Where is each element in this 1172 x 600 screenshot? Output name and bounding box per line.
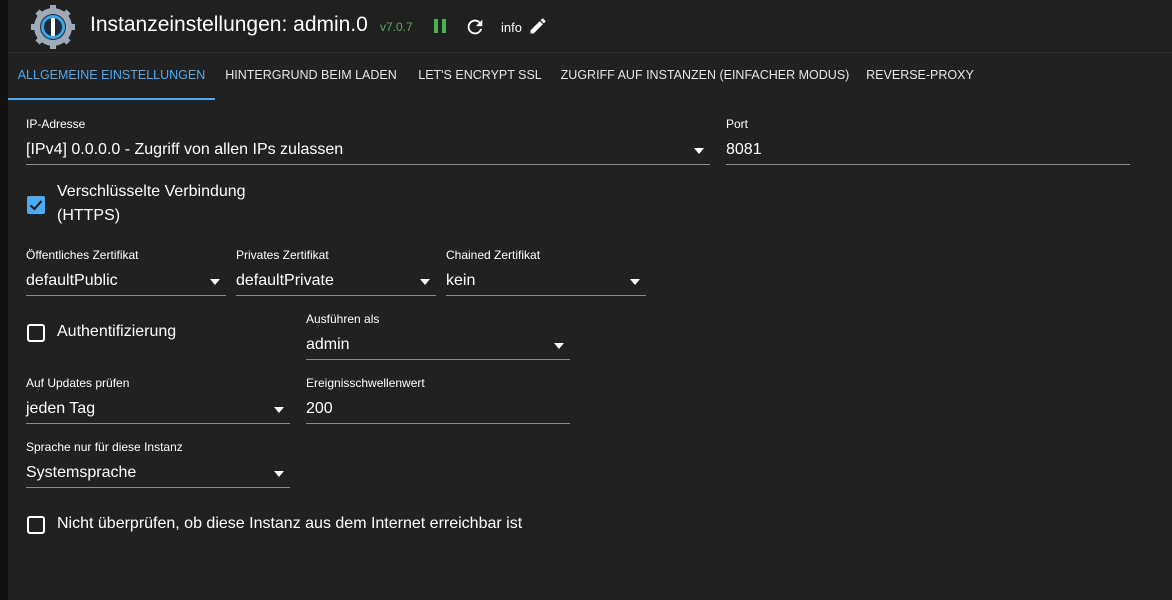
dropdown-arrow-icon	[630, 279, 640, 285]
run-as-select[interactable]: admin	[306, 333, 570, 360]
ip-address-label: IP-Adresse	[26, 117, 86, 131]
updates-value: jeden Tag	[26, 400, 96, 417]
tab-reverse-proxy[interactable]: Reverse-Proxy	[857, 56, 983, 98]
tab-loading-background[interactable]: Hintergrund beim Laden	[215, 56, 407, 98]
dropdown-arrow-icon	[554, 343, 564, 349]
threshold-value: 200	[306, 400, 333, 417]
pause-icon[interactable]	[432, 17, 448, 35]
edit-icon[interactable]	[528, 16, 548, 36]
tab-bar: Allgemeine Einstellungen Hintergrund bei…	[8, 56, 1172, 100]
threshold-input[interactable]: 200	[306, 397, 570, 424]
checkbox-unchecked-icon[interactable]	[27, 324, 45, 342]
run-as-label: Ausführen als	[306, 312, 380, 326]
chained-cert-value: kein	[446, 272, 476, 289]
page-title: Instanzeinstellungen: admin.0	[90, 13, 368, 36]
private-cert-label: Privates Zertifikat	[236, 248, 329, 262]
public-cert-label: Öffentliches Zertifikat	[26, 248, 139, 262]
dropdown-arrow-icon	[210, 279, 220, 285]
threshold-label: Ereignisschwellenwert	[306, 376, 425, 390]
dropdown-arrow-icon	[274, 471, 284, 477]
language-select[interactable]: Systemsprache	[26, 461, 290, 488]
https-label-line1: Verschlüsselte Verbindung	[57, 183, 246, 200]
dropdown-arrow-icon	[694, 148, 704, 154]
info-button[interactable]: info	[501, 20, 522, 35]
run-as-value: admin	[306, 336, 350, 353]
iobroker-logo-icon	[31, 5, 75, 49]
language-value: Systemsprache	[26, 464, 137, 481]
https-label: Verschlüsselte Verbindung (HTTPS)	[57, 180, 246, 228]
public-cert-select[interactable]: defaultPublic	[26, 269, 226, 296]
ip-address-value: [IPv4] 0.0.0.0 - Zugriff von allen IPs z…	[26, 141, 344, 158]
version-label: v7.0.7	[380, 20, 413, 34]
no-reachability-label: Nicht überprüfen, ob diese Instanz aus d…	[57, 515, 523, 532]
dropdown-arrow-icon	[274, 407, 284, 413]
public-cert-value: defaultPublic	[26, 272, 118, 289]
checkbox-unchecked-icon[interactable]	[27, 516, 45, 534]
updates-select[interactable]: jeden Tag	[26, 397, 290, 424]
auth-label: Authentifizierung	[57, 323, 177, 340]
language-label: Sprache nur für diese Instanz	[26, 440, 183, 454]
settings-panel: Instanzeinstellungen: admin.0 v7.0.7 inf…	[8, 0, 1172, 600]
tab-instance-access[interactable]: Zugriff auf Instanzen (einfacher Modus)	[553, 56, 857, 98]
port-input[interactable]: 8081	[726, 138, 1130, 165]
dropdown-arrow-icon	[420, 279, 430, 285]
updates-label: Auf Updates prüfen	[26, 376, 130, 390]
reload-icon[interactable]	[464, 16, 486, 38]
port-label: Port	[726, 117, 749, 131]
header: Instanzeinstellungen: admin.0 v7.0.7 inf…	[8, 0, 1172, 53]
ip-address-select[interactable]: [IPv4] 0.0.0.0 - Zugriff von allen IPs z…	[26, 138, 710, 165]
chained-cert-label: Chained Zertifikat	[446, 248, 541, 262]
port-value: 8081	[726, 141, 762, 158]
private-cert-value: defaultPrivate	[236, 272, 334, 289]
tab-general-settings[interactable]: Allgemeine Einstellungen	[8, 56, 215, 100]
tab-lets-encrypt[interactable]: Let's Encrypt SSL	[407, 56, 553, 98]
private-cert-select[interactable]: defaultPrivate	[236, 269, 436, 296]
checkbox-checked-icon[interactable]	[27, 196, 45, 214]
https-label-line2: (HTTPS)	[57, 207, 121, 224]
chained-cert-select[interactable]: kein	[446, 269, 646, 296]
